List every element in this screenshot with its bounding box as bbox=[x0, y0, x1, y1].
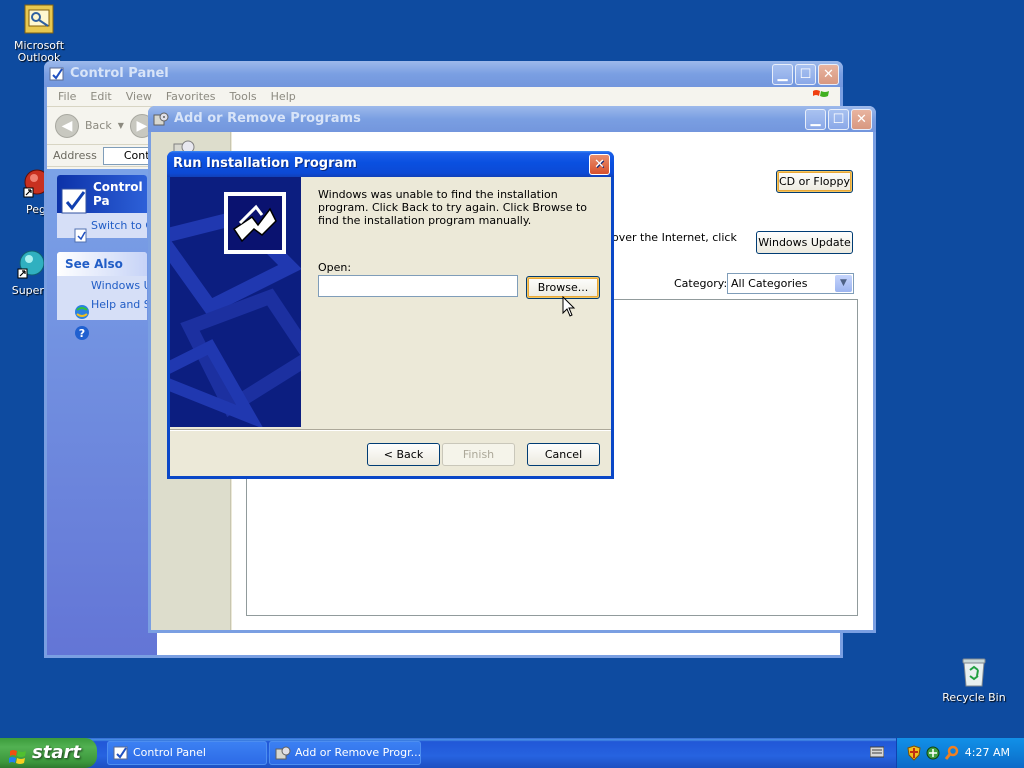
dialog-message: Windows was unable to find the installat… bbox=[318, 188, 588, 227]
dialog-separator bbox=[170, 429, 611, 431]
search-tray-icon[interactable] bbox=[944, 745, 960, 761]
category-label: Category: bbox=[674, 277, 728, 290]
maximize-button[interactable]: ☐ bbox=[795, 64, 816, 85]
menu-favorites[interactable]: Favorites bbox=[159, 87, 223, 106]
menu-bar: File Edit View Favorites Tools Help bbox=[47, 87, 840, 107]
switch-view-link[interactable]: Switch to C bbox=[57, 213, 147, 238]
back-arrow-icon[interactable]: ◀ bbox=[55, 113, 79, 138]
desktop-icon-label: Recycle Bin bbox=[942, 691, 1006, 704]
start-button[interactable]: start bbox=[0, 738, 97, 768]
menu-tools[interactable]: Tools bbox=[223, 87, 264, 106]
clock[interactable]: 4:27 AM bbox=[965, 738, 1010, 768]
see-also-item-label: Windows U bbox=[91, 279, 147, 292]
see-also-item-help[interactable]: Help and S bbox=[57, 295, 147, 314]
open-input[interactable] bbox=[318, 275, 518, 297]
menu-view[interactable]: View bbox=[119, 87, 159, 106]
control-panel-icon bbox=[49, 66, 65, 82]
control-panel-big-icon bbox=[60, 186, 90, 216]
back-button-label[interactable]: Back bbox=[85, 119, 112, 132]
mouse-cursor-icon bbox=[562, 295, 576, 318]
menu-edit[interactable]: Edit bbox=[83, 87, 118, 106]
control-panel-icon bbox=[113, 745, 129, 761]
see-also-item-label: Help and S bbox=[91, 298, 147, 311]
window-title: Add or Remove Programs bbox=[174, 111, 361, 126]
security-shield-icon[interactable] bbox=[907, 745, 921, 761]
cancel-button[interactable]: Cancel bbox=[527, 443, 600, 466]
taskbar: start Control Panel Add or Remove Progr.… bbox=[0, 738, 1024, 768]
cd-or-floppy-button[interactable]: CD or Floppy bbox=[776, 170, 853, 193]
network-icon[interactable] bbox=[925, 745, 941, 761]
superr-icon bbox=[14, 249, 46, 281]
add-remove-programs-icon bbox=[275, 745, 291, 761]
windows-update-icon bbox=[74, 304, 90, 320]
control-panel-titlebar[interactable]: Control Panel ▁ ☐ ✕ bbox=[44, 61, 843, 87]
add-remove-programs-icon bbox=[153, 111, 169, 127]
windows-update-button[interactable]: Windows Update bbox=[756, 231, 853, 254]
taskbar-item-control-panel[interactable]: Control Panel bbox=[107, 741, 267, 765]
chevron-down-icon[interactable]: ▼ bbox=[118, 121, 124, 130]
taskbar-item-add-remove-programs[interactable]: Add or Remove Progr... bbox=[269, 741, 421, 765]
minimize-button[interactable]: ▁ bbox=[805, 109, 826, 130]
system-tray: 4:27 AM bbox=[896, 738, 1024, 768]
run-installation-dialog: Run Installation Program ✕ Windows was u… bbox=[167, 151, 614, 479]
menu-file[interactable]: File bbox=[51, 87, 83, 106]
finish-button: Finish bbox=[442, 443, 515, 466]
outlook-icon bbox=[23, 4, 55, 36]
taskbar-item-label: Control Panel bbox=[133, 746, 206, 759]
switch-view-icon bbox=[73, 228, 89, 244]
address-label: Address bbox=[53, 149, 97, 162]
category-select[interactable]: All Categories ▼ bbox=[727, 273, 854, 294]
close-button[interactable]: ✕ bbox=[851, 109, 872, 130]
recycle-bin-icon bbox=[958, 656, 990, 688]
open-label: Open: bbox=[318, 261, 352, 274]
chevron-down-icon[interactable]: ▼ bbox=[835, 275, 852, 292]
help-icon: ? bbox=[74, 325, 90, 341]
window-title: Control Panel bbox=[70, 66, 169, 81]
switch-view-label: Switch to C bbox=[91, 219, 147, 232]
dialog-titlebar[interactable]: Run Installation Program ✕ bbox=[167, 151, 614, 177]
svg-text:?: ? bbox=[79, 327, 85, 340]
back-button[interactable]: < Back bbox=[367, 443, 440, 466]
close-button[interactable]: ✕ bbox=[818, 64, 839, 85]
category-value: All Categories bbox=[731, 277, 808, 290]
windows-logo-icon bbox=[812, 88, 830, 104]
taskbar-item-label: Add or Remove Progr... bbox=[295, 746, 421, 759]
windows-flag-icon bbox=[9, 745, 27, 764]
dialog-title: Run Installation Program bbox=[173, 156, 357, 171]
internet-text: over the Internet, click bbox=[612, 231, 737, 244]
close-button[interactable]: ✕ bbox=[589, 154, 610, 175]
minimize-button[interactable]: ▁ bbox=[772, 64, 793, 85]
start-label: start bbox=[32, 742, 81, 763]
desktop-icon-outlook[interactable]: Microsoft Outlook bbox=[12, 4, 66, 64]
see-also-taskbox: See Also Windows U Help and S bbox=[57, 252, 147, 320]
wizard-banner bbox=[170, 177, 301, 427]
task-pane: Control Pa Switch to C See Also Windows … bbox=[47, 169, 157, 655]
maximize-button[interactable]: ☐ bbox=[828, 109, 849, 130]
dialog-body: Windows was unable to find the installat… bbox=[170, 177, 611, 476]
desktop-icon-recycle-bin[interactable]: Recycle Bin bbox=[940, 656, 1008, 704]
see-also-title[interactable]: See Also bbox=[57, 252, 147, 276]
menu-help[interactable]: Help bbox=[264, 87, 303, 106]
keyboard-icon[interactable] bbox=[869, 746, 885, 758]
see-also-item-windows-update[interactable]: Windows U bbox=[57, 276, 147, 295]
add-remove-titlebar[interactable]: Add or Remove Programs ▁ ☐ ✕ bbox=[148, 106, 876, 132]
